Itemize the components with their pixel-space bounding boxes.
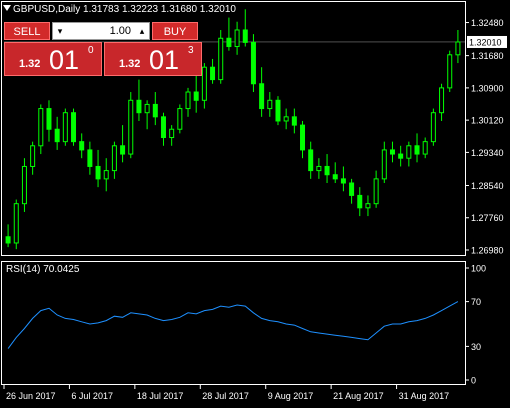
candle-body xyxy=(218,37,224,81)
time-tick-label: 21 Aug 2017 xyxy=(333,391,384,401)
candle-body xyxy=(332,174,338,180)
candle-body xyxy=(160,116,166,139)
sell-price-quote[interactable]: 1.32 01 0 xyxy=(4,42,102,76)
time-tick-label: 31 Aug 2017 xyxy=(399,391,450,401)
candle-body xyxy=(177,108,183,130)
rsi-line xyxy=(7,301,459,349)
sell-price-prefix: 1.32 xyxy=(19,58,41,70)
candle-body xyxy=(152,103,158,118)
rsi-tick-label: 100 xyxy=(471,264,486,274)
rsi-tick-label: 70 xyxy=(471,297,481,307)
candle-body xyxy=(250,41,256,85)
candle-body xyxy=(234,29,240,48)
rsi-layer xyxy=(7,301,459,349)
time-tick-label: 18 Jul 2017 xyxy=(137,391,184,401)
buy-price-quote[interactable]: 1.32 01 3 xyxy=(104,42,202,76)
candle-body xyxy=(185,91,191,110)
time-axis: 26 Jun 2017 6 Jul 2017 18 Jul 2017 28 Jul 2… xyxy=(3,385,450,401)
candle-body xyxy=(291,116,297,126)
candle-body xyxy=(144,103,150,114)
candle-body xyxy=(54,128,60,143)
time-tick-label: 28 Jul 2017 xyxy=(202,391,249,401)
candle-body xyxy=(226,37,232,48)
lot-value[interactable]: 1.00 xyxy=(67,23,135,39)
candle-body xyxy=(365,203,371,209)
candle-body xyxy=(201,66,207,101)
buy-button[interactable]: BUY xyxy=(152,22,198,40)
price-tick-label: 1.26980 xyxy=(471,246,504,256)
time-tick-label: 9 Aug 2017 xyxy=(268,391,314,401)
time-tick-label: 6 Jul 2017 xyxy=(71,391,113,401)
sell-price-fraction: 0 xyxy=(88,45,94,56)
current-price-label: 1.32010 xyxy=(469,37,502,47)
candle-body xyxy=(62,112,68,143)
rsi-panel-frame xyxy=(1,261,466,385)
candle-body xyxy=(21,165,27,205)
price-tick-label: 1.30120 xyxy=(471,116,504,126)
candle-body xyxy=(95,165,101,180)
candle-body xyxy=(30,145,36,167)
rsi-axis: 100 70 30 0 xyxy=(465,264,486,386)
time-tick-label: 26 Jun 2017 xyxy=(6,391,56,401)
candle-body xyxy=(447,54,453,89)
candle-body xyxy=(193,91,199,101)
candle-body xyxy=(267,99,273,110)
candle-body xyxy=(13,203,19,244)
lot-increase-icon[interactable]: ▴ xyxy=(135,23,149,39)
sell-button[interactable]: SELL xyxy=(4,22,50,40)
candle-body xyxy=(283,116,289,122)
candle-body xyxy=(381,149,387,180)
buy-price-pips: 01 xyxy=(149,45,180,75)
candle-body xyxy=(406,145,412,159)
candle-body xyxy=(128,99,134,155)
candle-body xyxy=(349,182,355,196)
candle-body xyxy=(38,108,44,147)
candle-body xyxy=(242,29,248,43)
candle-body xyxy=(439,87,445,114)
candle-body xyxy=(398,153,404,159)
rsi-tick-label: 30 xyxy=(471,342,481,352)
price-tick-label: 1.31680 xyxy=(471,51,504,61)
candle-body xyxy=(275,99,281,122)
price-tick-label: 1.29340 xyxy=(471,148,504,158)
candle-body xyxy=(210,66,216,81)
candle-body xyxy=(46,108,52,130)
candle-body xyxy=(5,236,11,244)
candle-body xyxy=(71,112,77,143)
lot-decrease-icon[interactable]: ▾ xyxy=(53,23,67,39)
candle-body xyxy=(373,178,379,205)
sell-price-pips: 01 xyxy=(49,45,80,75)
buy-price-prefix: 1.32 xyxy=(119,58,141,70)
price-tick-label: 1.27760 xyxy=(471,213,504,223)
candle-body xyxy=(422,141,428,155)
candle-body xyxy=(169,128,175,139)
candle-body xyxy=(340,178,346,184)
chart-title: GBPUSD,Daily 1.31783 1.32223 1.31680 1.3… xyxy=(13,4,236,15)
candle-body xyxy=(389,149,395,155)
candle-body xyxy=(259,83,265,110)
candle-body xyxy=(308,149,314,172)
price-axis: 1.32480 1.31680 1.30900 1.30120 1.29340 1.285… xyxy=(465,18,507,256)
candle-body xyxy=(430,112,436,143)
candle-body xyxy=(357,194,363,209)
candle-body xyxy=(324,165,330,176)
candle-body xyxy=(103,170,109,180)
rsi-title: RSI(14) 70.0425 xyxy=(6,264,80,275)
candle-body xyxy=(414,145,420,155)
symbol-dropdown-icon[interactable] xyxy=(3,5,11,11)
candle-body xyxy=(87,149,93,167)
price-tick-label: 1.32480 xyxy=(471,18,504,28)
price-tick-label: 1.30900 xyxy=(471,83,504,93)
candle-body xyxy=(300,124,306,151)
candle-body xyxy=(79,141,85,151)
price-tick-label: 1.28540 xyxy=(471,181,504,191)
candle-body xyxy=(316,165,322,172)
candle-body xyxy=(136,99,142,114)
rsi-tick-label: 0 xyxy=(471,376,476,386)
candle-body xyxy=(111,145,117,172)
candle-body xyxy=(455,41,461,56)
candle-body xyxy=(120,145,126,155)
lot-stepper[interactable]: ▾ 1.00 ▴ xyxy=(52,22,150,40)
buy-price-fraction: 3 xyxy=(188,45,194,56)
